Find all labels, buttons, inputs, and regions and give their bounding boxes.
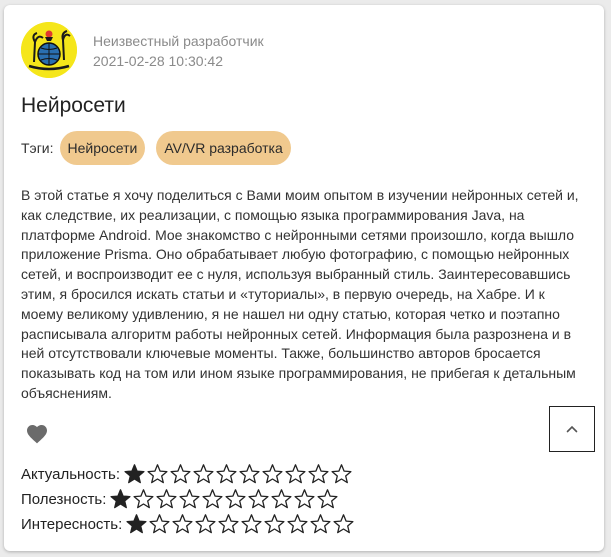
rating-label: Актуальность:	[21, 465, 120, 483]
rating-row-usefulness: Полезность:	[21, 488, 339, 510]
star-outline-icon[interactable]	[146, 463, 169, 485]
star-outline-icon[interactable]	[238, 463, 261, 485]
post-date: 2021-02-28 10:30:42	[93, 53, 223, 69]
star-outline-icon[interactable]	[247, 488, 270, 510]
star-outline-icon[interactable]	[169, 463, 192, 485]
star-outline-icon[interactable]	[155, 488, 178, 510]
post-card: Неизвестный разработчик 2021-02-28 10:30…	[4, 5, 604, 551]
star-outline-icon[interactable]	[148, 513, 171, 535]
star-outline-icon[interactable]	[217, 513, 240, 535]
rating-label: Полезность:	[21, 490, 107, 508]
rating-label: Интересность:	[21, 515, 123, 533]
star-outline-icon[interactable]	[132, 488, 155, 510]
star-rating[interactable]	[125, 513, 355, 535]
star-outline-icon[interactable]	[309, 513, 332, 535]
star-outline-icon[interactable]	[224, 488, 247, 510]
tags-row: Тэги: Нейросети AV/VR разработка	[21, 131, 302, 165]
post-body: В этой статье я хочу поделиться с Вами м…	[21, 187, 579, 401]
star-outline-icon[interactable]	[215, 463, 238, 485]
star-outline-icon[interactable]	[332, 513, 355, 535]
star-outline-icon[interactable]	[330, 463, 353, 485]
star-outline-icon[interactable]	[263, 513, 286, 535]
star-outline-icon[interactable]	[171, 513, 194, 535]
star-outline-icon[interactable]	[307, 463, 330, 485]
star-outline-icon[interactable]	[178, 488, 201, 510]
star-outline-icon[interactable]	[286, 513, 309, 535]
post-title: Нейросети	[21, 94, 126, 117]
star-filled-icon[interactable]	[125, 513, 148, 535]
star-outline-icon[interactable]	[293, 488, 316, 510]
star-filled-icon[interactable]	[109, 488, 132, 510]
star-outline-icon[interactable]	[316, 488, 339, 510]
star-rating[interactable]	[109, 488, 339, 510]
star-rating[interactable]	[123, 463, 353, 485]
heart-icon	[27, 425, 47, 444]
star-outline-icon[interactable]	[284, 463, 307, 485]
star-outline-icon[interactable]	[192, 463, 215, 485]
tags-label: Тэги:	[21, 140, 54, 156]
scroll-to-top-button[interactable]	[549, 406, 595, 452]
author-name: Неизвестный разработчик	[93, 33, 264, 49]
star-outline-icon[interactable]	[240, 513, 263, 535]
like-button[interactable]	[25, 422, 49, 446]
avatar	[21, 22, 77, 78]
globe-palm-logo-icon	[21, 22, 77, 78]
rating-row-relevance: Актуальность:	[21, 463, 353, 485]
star-outline-icon[interactable]	[261, 463, 284, 485]
tag-chip[interactable]: AV/VR разработка	[156, 131, 291, 165]
star-filled-icon[interactable]	[123, 463, 146, 485]
tag-chip[interactable]: Нейросети	[59, 131, 146, 165]
star-outline-icon[interactable]	[270, 488, 293, 510]
star-outline-icon[interactable]	[201, 488, 224, 510]
chevron-up-icon	[566, 425, 578, 433]
rating-row-interest: Интересность:	[21, 513, 355, 535]
star-outline-icon[interactable]	[194, 513, 217, 535]
